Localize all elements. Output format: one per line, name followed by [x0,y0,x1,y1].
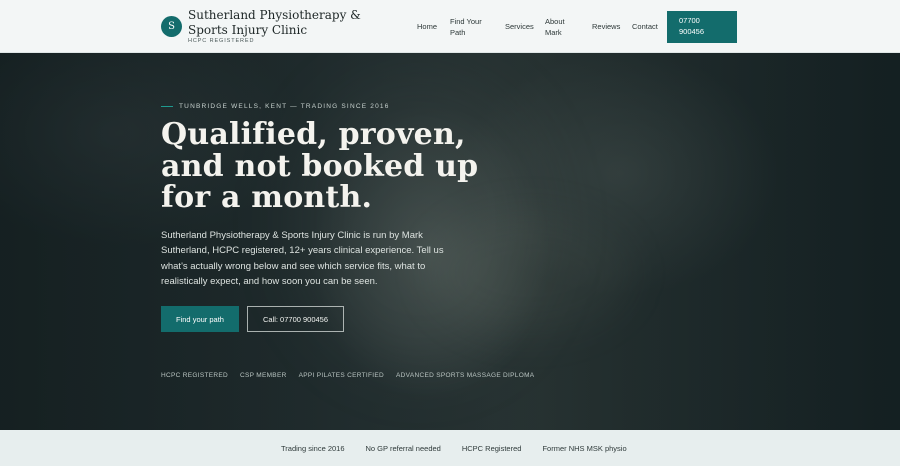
hero-headline: Qualified, proven, and not booked up for… [161,117,479,215]
nav-home[interactable]: Home [417,22,437,33]
find-your-path-button[interactable]: Find your path [161,306,239,332]
logo-icon[interactable]: S [161,16,182,37]
hero-intro: Sutherland Physiotherapy & Sports Injury… [161,230,444,287]
hero-eyebrow: TUNBRIDGE WELLS, KENT — TRADING SINCE 20… [179,103,390,110]
nav-services[interactable]: Services [505,22,534,33]
hero-section: TUNBRIDGE WELLS, KENT — TRADING SINCE 20… [0,53,900,430]
credential-item: APPI PILATES CERTIFIED [298,372,385,379]
trust-item: No GP referral needed [365,444,441,453]
trust-item: Former NHS MSK physio [542,444,627,453]
credential-item: CSP MEMBER [239,372,287,379]
site-header: S Sutherland Physiotherapy & Sports Inju… [0,0,900,53]
call-button[interactable]: Call: 07700 900456 [247,306,344,332]
trust-strip: Trading since 2016 No GP referral needed… [0,430,900,466]
credential-item: HCPC REGISTERED [161,372,228,379]
nav-about-mark[interactable]: About Mark [545,17,575,38]
credential-item: ADVANCED SPORTS MASSAGE DIPLOMA [396,372,535,379]
brand-subtitle: HCPC REGISTERED [188,38,255,44]
header-phone-button[interactable]: 07700 900456 [667,11,737,43]
nav-reviews[interactable]: Reviews [592,22,620,33]
credentials-list: HCPC REGISTERED CSP MEMBER APPI PILATES … [161,372,534,379]
brand-name[interactable]: Sutherland Physiotherapy & Sports Injury… [188,8,403,38]
trust-item: HCPC Registered [461,444,522,453]
eyebrow-divider [161,106,173,107]
nav-contact[interactable]: Contact [632,22,658,33]
nav-find-your-path[interactable]: Find Your Path [450,17,496,38]
trust-item: Trading since 2016 [281,444,345,453]
